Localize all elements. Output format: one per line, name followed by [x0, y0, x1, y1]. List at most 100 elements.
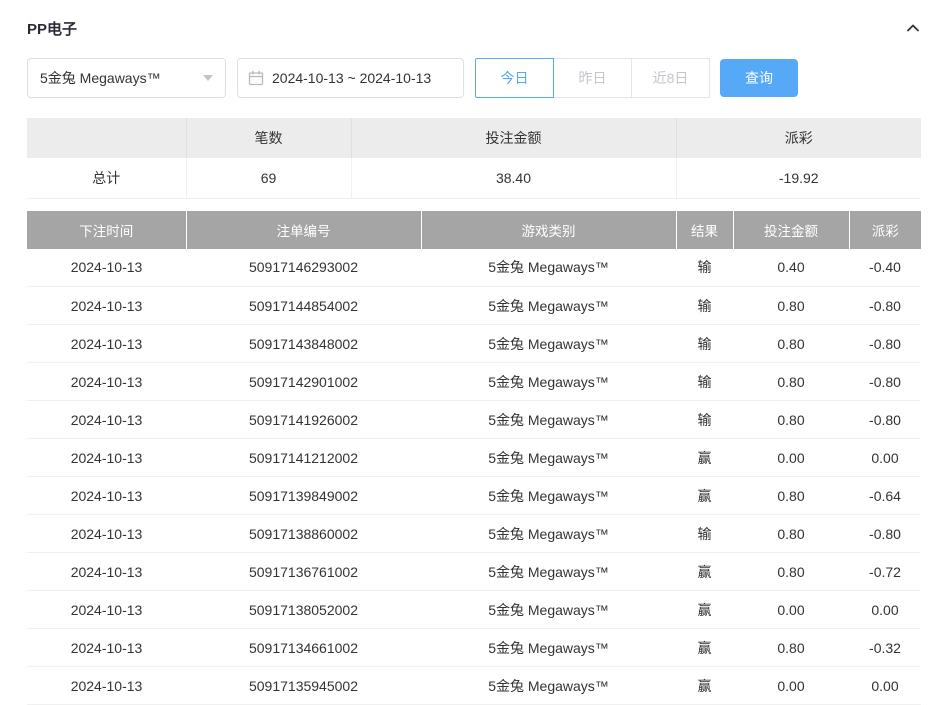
summary-header-row: 笔数 投注金额 派彩 — [27, 118, 921, 158]
bet-row: 2024-10-13 50917135945002 5金兔 Megaways™ … — [27, 667, 921, 705]
bet-game: 5金兔 Megaways™ — [421, 553, 676, 591]
bets-header-row: 下注时间 注单编号 游戏类别 结果 投注金额 派彩 — [27, 211, 921, 249]
bet-game: 5金兔 Megaways™ — [421, 325, 676, 363]
search-button[interactable]: 查询 — [720, 59, 798, 97]
bet-payout: -0.80 — [849, 401, 921, 439]
summary-count-value: 69 — [186, 158, 351, 198]
summary-payout-value: -19.92 — [676, 158, 921, 198]
date-range-input[interactable]: 2024-10-13 ~ 2024-10-13 — [237, 58, 464, 98]
bet-order-id: 50917144854002 — [186, 287, 421, 325]
bet-amount: 0.80 — [733, 515, 849, 553]
bets-table-body: 2024-10-13 50917146293002 5金兔 Megaways™ … — [27, 249, 921, 705]
bet-order-id: 50917141926002 — [186, 401, 421, 439]
bets-header-result: 结果 — [676, 211, 733, 249]
bet-result: 输 — [676, 515, 733, 553]
bet-result: 输 — [676, 249, 733, 287]
bet-row: 2024-10-13 50917136761002 5金兔 Megaways™ … — [27, 553, 921, 591]
bet-amount: 0.40 — [733, 249, 849, 287]
bet-amount: 0.80 — [733, 477, 849, 515]
bet-payout: -0.80 — [849, 287, 921, 325]
quick-filter-today[interactable]: 今日 — [475, 58, 554, 98]
bet-row: 2024-10-13 50917144854002 5金兔 Megaways™ … — [27, 287, 921, 325]
bet-row: 2024-10-13 50917139849002 5金兔 Megaways™ … — [27, 477, 921, 515]
filter-row: 5金兔 Megaways™ 2024-10-13 ~ 2024-10-13 今日… — [27, 58, 921, 98]
bet-game: 5金兔 Megaways™ — [421, 667, 676, 705]
bet-payout: -0.72 — [849, 553, 921, 591]
bet-date: 2024-10-13 — [27, 515, 186, 553]
panel-title: PP电子 — [27, 18, 77, 39]
bet-row: 2024-10-13 50917142901002 5金兔 Megaways™ … — [27, 363, 921, 401]
bet-result: 赢 — [676, 477, 733, 515]
bet-payout: -0.40 — [849, 249, 921, 287]
bet-date: 2024-10-13 — [27, 325, 186, 363]
bet-amount: 0.00 — [733, 667, 849, 705]
bet-game: 5金兔 Megaways™ — [421, 249, 676, 287]
summary-header-count: 笔数 — [186, 118, 351, 158]
bet-order-id: 50917142901002 — [186, 363, 421, 401]
bet-amount: 0.00 — [733, 439, 849, 477]
bet-game: 5金兔 Megaways™ — [421, 477, 676, 515]
summary-total-row: 总计 69 38.40 -19.92 — [27, 158, 921, 198]
bet-row: 2024-10-13 50917141926002 5金兔 Megaways™ … — [27, 401, 921, 439]
bet-payout: -0.80 — [849, 325, 921, 363]
bet-game: 5金兔 Megaways™ — [421, 363, 676, 401]
bet-row: 2024-10-13 50917146293002 5金兔 Megaways™ … — [27, 249, 921, 287]
quick-filter-yesterday[interactable]: 昨日 — [553, 58, 632, 98]
bet-order-id: 50917138860002 — [186, 515, 421, 553]
bet-result: 输 — [676, 287, 733, 325]
summary-table: 笔数 投注金额 派彩 总计 69 38.40 -19.92 — [27, 118, 921, 199]
bet-order-id: 50917143848002 — [186, 325, 421, 363]
quick-filter-group: 今日 昨日 近8日 — [475, 58, 710, 98]
bet-game: 5金兔 Megaways™ — [421, 401, 676, 439]
bet-payout: 0.00 — [849, 667, 921, 705]
bet-result: 输 — [676, 363, 733, 401]
bet-order-id: 50917135945002 — [186, 667, 421, 705]
chevron-up-icon[interactable] — [905, 20, 921, 36]
bet-date: 2024-10-13 — [27, 363, 186, 401]
bet-date: 2024-10-13 — [27, 439, 186, 477]
caret-down-icon — [203, 75, 213, 81]
bet-game: 5金兔 Megaways™ — [421, 287, 676, 325]
bet-order-id: 50917141212002 — [186, 439, 421, 477]
bet-order-id: 50917139849002 — [186, 477, 421, 515]
bet-date: 2024-10-13 — [27, 249, 186, 287]
bet-result: 输 — [676, 325, 733, 363]
bet-order-id: 50917138052002 — [186, 591, 421, 629]
bet-amount: 0.80 — [733, 401, 849, 439]
game-select-value: 5金兔 Megaways™ — [40, 68, 161, 88]
bet-amount: 0.80 — [733, 287, 849, 325]
bet-date: 2024-10-13 — [27, 629, 186, 667]
bet-row: 2024-10-13 50917141212002 5金兔 Megaways™ … — [27, 439, 921, 477]
bet-date: 2024-10-13 — [27, 667, 186, 705]
bets-header-payout: 派彩 — [849, 211, 921, 249]
game-select[interactable]: 5金兔 Megaways™ — [27, 58, 226, 98]
bet-row: 2024-10-13 50917134661002 5金兔 Megaways™ … — [27, 629, 921, 667]
bet-row: 2024-10-13 50917138052002 5金兔 Megaways™ … — [27, 591, 921, 629]
bet-result: 赢 — [676, 667, 733, 705]
summary-total-label: 总计 — [27, 158, 186, 198]
bets-table: 下注时间 注单编号 游戏类别 结果 投注金额 派彩 2024-10-13 509… — [27, 211, 921, 705]
bet-result: 输 — [676, 401, 733, 439]
summary-header-empty — [27, 118, 186, 158]
bet-result: 赢 — [676, 439, 733, 477]
bet-game: 5金兔 Megaways™ — [421, 515, 676, 553]
bet-payout: -0.64 — [849, 477, 921, 515]
bet-result: 赢 — [676, 591, 733, 629]
panel-header: PP电子 — [27, 6, 921, 50]
bet-row: 2024-10-13 50917143848002 5金兔 Megaways™ … — [27, 325, 921, 363]
bets-header-game: 游戏类别 — [421, 211, 676, 249]
bets-header-date: 下注时间 — [27, 211, 186, 249]
summary-header-payout: 派彩 — [676, 118, 921, 158]
bet-date: 2024-10-13 — [27, 477, 186, 515]
quick-filter-last8days[interactable]: 近8日 — [631, 58, 710, 98]
bet-row: 2024-10-13 50917138860002 5金兔 Megaways™ … — [27, 515, 921, 553]
bet-order-id: 50917136761002 — [186, 553, 421, 591]
bet-amount: 0.80 — [733, 363, 849, 401]
summary-bet-amount-value: 38.40 — [351, 158, 676, 198]
bet-amount: 0.80 — [733, 629, 849, 667]
bets-header-order-id: 注单编号 — [186, 211, 421, 249]
bet-result: 赢 — [676, 629, 733, 667]
pp-electronic-panel: PP电子 5金兔 Megaways™ 2024-10-13 ~ 2024-10-… — [0, 6, 948, 705]
bet-order-id: 50917146293002 — [186, 249, 421, 287]
bet-payout: -0.80 — [849, 515, 921, 553]
